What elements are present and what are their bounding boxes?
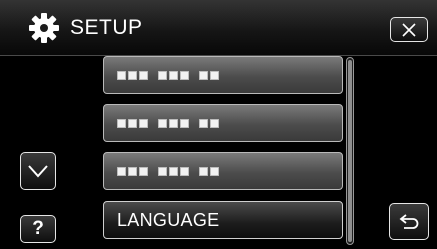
garbled-label bbox=[117, 166, 219, 176]
menu-item-language[interactable]: LANGUAGE bbox=[103, 201, 343, 239]
scrollbar-thumb[interactable] bbox=[348, 60, 352, 242]
close-button[interactable] bbox=[390, 17, 428, 42]
gear-icon bbox=[29, 13, 59, 43]
back-button[interactable] bbox=[389, 203, 429, 240]
garbled-label bbox=[117, 70, 219, 80]
help-label: ? bbox=[32, 218, 44, 239]
close-icon bbox=[402, 22, 416, 37]
menu-item-3[interactable] bbox=[103, 152, 343, 190]
menu-item-label: LANGUAGE bbox=[117, 209, 220, 230]
help-button[interactable]: ? bbox=[20, 215, 56, 243]
header-bar: SETUP bbox=[0, 0, 437, 56]
menu-item-2[interactable] bbox=[103, 104, 343, 142]
garbled-label bbox=[117, 118, 219, 128]
return-arrow-icon bbox=[399, 213, 419, 229]
menu-item-1[interactable] bbox=[103, 56, 343, 94]
page-title: SETUP bbox=[70, 16, 143, 39]
chevron-down-icon bbox=[28, 165, 48, 178]
scroll-down-button[interactable] bbox=[20, 152, 56, 190]
scrollbar[interactable] bbox=[346, 57, 354, 245]
